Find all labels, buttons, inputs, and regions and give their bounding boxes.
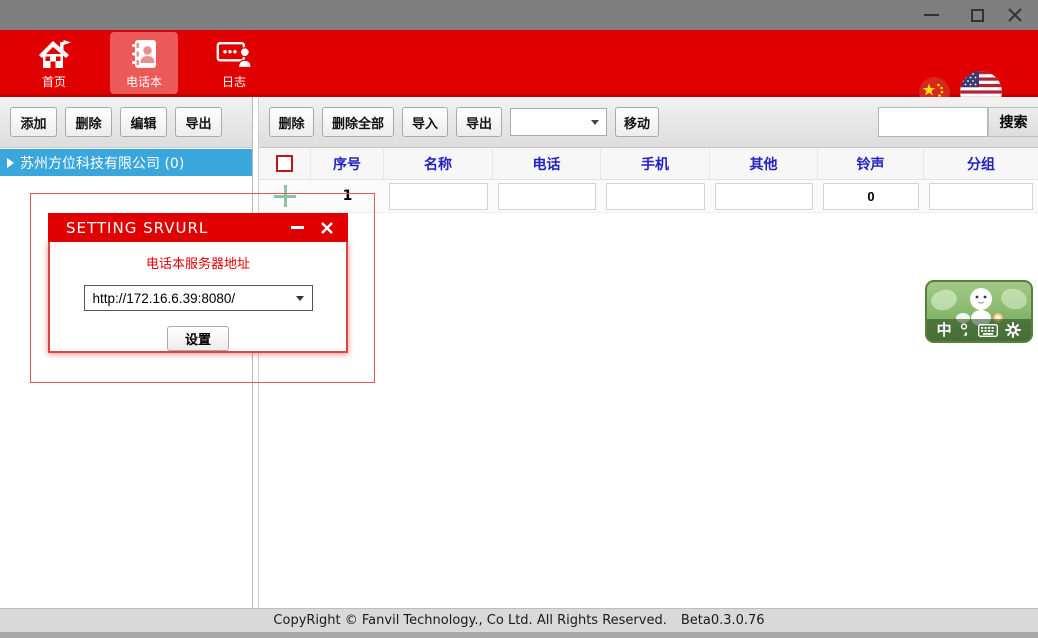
row-group-cell xyxy=(924,180,1038,212)
close-icon xyxy=(320,221,334,235)
window-bottom-edge xyxy=(0,632,1038,638)
nav-tab-phonebook-label: 电话本 xyxy=(126,73,162,90)
tree-item-label: 苏州方位科技有限公司 (0) xyxy=(20,153,184,173)
group-export-button[interactable]: 导出 xyxy=(175,107,222,137)
contact-move-button[interactable]: 移动 xyxy=(615,107,659,137)
nav-tab-phonebook[interactable]: 电话本 xyxy=(110,32,178,94)
contact-delete-all-button[interactable]: 删除全部 xyxy=(322,107,394,137)
nav-tab-home-label: 首页 xyxy=(42,73,66,90)
tree-expand-icon[interactable] xyxy=(7,158,14,168)
column-header-other[interactable]: 其他 xyxy=(710,148,818,179)
row-other-cell xyxy=(710,180,818,212)
phonebook-icon xyxy=(126,38,162,70)
select-all-checkbox[interactable] xyxy=(276,155,293,172)
close-icon xyxy=(1007,7,1023,23)
server-url-dropdown[interactable] xyxy=(84,285,313,311)
group-edit-button[interactable]: 编辑 xyxy=(120,107,167,137)
window-titlebar xyxy=(0,0,1038,30)
column-header-seq[interactable]: 序号 xyxy=(311,148,384,179)
dialog-title: SETTING SRVURL xyxy=(66,219,208,237)
logs-icon xyxy=(216,38,252,70)
ime-language-toggle[interactable]: 中 xyxy=(937,323,952,338)
home-icon xyxy=(36,38,72,70)
contact-export-button[interactable]: 导出 xyxy=(456,107,502,137)
server-address-label: 电话本服务器地址 xyxy=(50,253,346,272)
ime-toolbar: 中 xyxy=(927,319,1031,341)
minimize-icon xyxy=(924,14,939,16)
contacts-toolbar: 删除 删除全部 导入 导出 移动 搜索 xyxy=(259,97,1038,148)
maximize-icon xyxy=(971,9,984,22)
contacts-panel: 删除 删除全部 导入 导出 移动 搜索 序号 名称 电话 手机 其他 铃声 分组… xyxy=(258,97,1038,608)
nav-tab-logs-label: 日志 xyxy=(222,73,246,90)
name-field[interactable] xyxy=(389,183,488,210)
mobile-field[interactable] xyxy=(606,183,705,210)
phone-field[interactable] xyxy=(498,183,596,210)
window-close-button[interactable] xyxy=(992,0,1038,30)
nav-tab-home[interactable]: 首页 xyxy=(20,32,88,94)
group-field[interactable] xyxy=(929,183,1033,210)
server-url-input[interactable] xyxy=(85,286,288,310)
ime-widget[interactable]: 中 xyxy=(925,280,1033,343)
search-button[interactable]: 搜索 xyxy=(988,107,1038,137)
column-header-group[interactable]: 分组 xyxy=(924,148,1038,179)
dropdown-arrow-icon xyxy=(296,296,304,301)
punctuation-icon[interactable] xyxy=(959,323,971,337)
row-phone-cell xyxy=(493,180,601,212)
search-input[interactable] xyxy=(878,107,988,137)
column-header-mobile[interactable]: 手机 xyxy=(601,148,710,179)
dialog-body: 电话本服务器地址 设置 xyxy=(48,242,348,353)
dialog-minimize-button[interactable] xyxy=(282,213,312,242)
ring-field[interactable] xyxy=(823,183,919,210)
table-header: 序号 名称 电话 手机 其他 铃声 分组 xyxy=(259,148,1038,180)
group-delete-button[interactable]: 删除 xyxy=(65,107,112,137)
column-header-name[interactable]: 名称 xyxy=(384,148,493,179)
window-minimize-button[interactable] xyxy=(908,0,954,30)
set-button[interactable]: 设置 xyxy=(167,326,229,351)
version-text: Beta0.3.0.76 xyxy=(681,613,765,628)
other-field[interactable] xyxy=(715,183,813,210)
navbar: 首页 电话本 日志 xyxy=(0,30,1038,97)
keyboard-icon[interactable] xyxy=(978,324,998,337)
group-toolbar: 添加 删除 编辑 导出 xyxy=(0,97,252,148)
column-header-ring[interactable]: 铃声 xyxy=(818,148,924,179)
gear-icon[interactable] xyxy=(1005,322,1021,338)
row-name-cell xyxy=(384,180,493,212)
contact-delete-button[interactable]: 删除 xyxy=(269,107,314,137)
row-ring-cell xyxy=(818,180,924,212)
nav-tab-logs[interactable]: 日志 xyxy=(200,32,268,94)
tree-item-company[interactable]: 苏州方位科技有限公司 (0) xyxy=(0,149,252,176)
row-mobile-cell xyxy=(601,180,710,212)
contact-import-button[interactable]: 导入 xyxy=(402,107,448,137)
dropdown-arrow-icon xyxy=(591,120,599,125)
table-row: 1 xyxy=(259,180,1038,213)
dialog-close-button[interactable] xyxy=(312,213,342,242)
group-add-button[interactable]: 添加 xyxy=(10,107,57,137)
copyright-text: CopyRight © Fanvil Technology., Co Ltd. … xyxy=(273,613,666,628)
minimize-icon xyxy=(291,226,304,229)
select-all-cell xyxy=(259,148,311,179)
status-bar: CopyRight © Fanvil Technology., Co Ltd. … xyxy=(0,608,1038,632)
setting-srvurl-dialog: SETTING SRVURL 电话本服务器地址 设置 xyxy=(48,213,348,353)
group-select-dropdown[interactable] xyxy=(510,108,607,136)
dialog-titlebar[interactable]: SETTING SRVURL xyxy=(48,213,348,242)
column-header-phone[interactable]: 电话 xyxy=(493,148,601,179)
